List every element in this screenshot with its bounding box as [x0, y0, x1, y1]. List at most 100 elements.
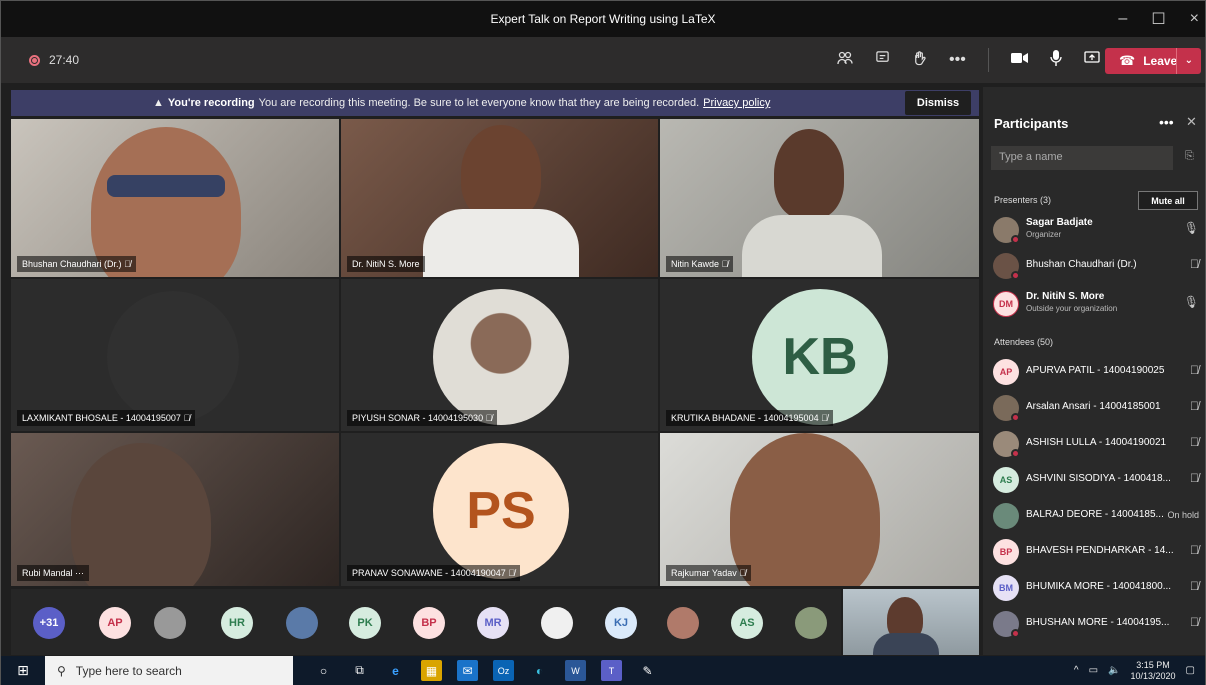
- raise-hand-icon[interactable]: [912, 50, 927, 71]
- avatar: [993, 253, 1020, 280]
- video-tile[interactable]: Rajkumar Yadav 🎙̸: [660, 433, 979, 586]
- participant-row[interactable]: Sagar Badjate Organizer 🎙: [993, 215, 1201, 245]
- participant-chip[interactable]: BP: [413, 607, 445, 639]
- edge-chromium-icon[interactable]: ◐: [529, 660, 550, 681]
- minimize-button[interactable]: –: [1118, 10, 1127, 28]
- participant-avatar: [107, 291, 239, 423]
- overflow-count[interactable]: +31: [33, 607, 65, 639]
- participant-name: APURVA PATIL - 14004190025: [1026, 365, 1165, 376]
- participant-row[interactable]: BM BHUMIKA MORE - 140041800... 🎙̸: [993, 573, 1201, 603]
- participant-row[interactable]: Arsalan Ansari - 14004185001 🎙̸: [993, 393, 1201, 423]
- participant-row[interactable]: AP APURVA PATIL - 14004190025 🎙̸: [993, 357, 1201, 387]
- participant-row[interactable]: AS ASHVINI SISODIYA - 1400418... 🎙̸: [993, 465, 1201, 495]
- task-view-icon[interactable]: ⧉: [349, 660, 370, 681]
- close-icon[interactable]: ✕: [1186, 114, 1197, 130]
- taskbar-search-input[interactable]: ⚲ Type here to search: [45, 656, 293, 685]
- tile-label: Bhushan Chaudhari (Dr.) 🎙̸: [17, 256, 136, 272]
- participant-row[interactable]: Bhushan Chaudhari (Dr.) 🎙̸: [993, 251, 1201, 281]
- microphone-icon[interactable]: [1050, 49, 1062, 71]
- close-window-button[interactable]: ×: [1190, 10, 1199, 28]
- avatar: [993, 395, 1020, 422]
- participant-chip[interactable]: PK: [349, 607, 381, 639]
- outlook-icon[interactable]: Oz: [493, 660, 514, 681]
- mic-off-icon: 🎙̸: [1190, 399, 1199, 413]
- participant-photo-chip[interactable]: [154, 607, 186, 639]
- paint-icon[interactable]: ✎: [637, 660, 658, 681]
- mic-off-icon: 🎙̸: [721, 259, 729, 269]
- participant-name: BHUMIKA MORE - 140041800...: [1026, 581, 1172, 592]
- participant-video: [774, 129, 844, 219]
- participant-row[interactable]: BP BHAVESH PENDHARKAR - 14... 🎙̸: [993, 537, 1201, 567]
- tile-label: KRUTIKA BHADANE - 14004195004 🎙̸: [666, 410, 833, 426]
- participant-chip[interactable]: AS: [731, 607, 763, 639]
- clock[interactable]: 3:15 PM 10/13/2020: [1131, 660, 1176, 682]
- participant-chip[interactable]: KJ: [605, 607, 637, 639]
- chat-icon[interactable]: [875, 50, 890, 70]
- participant-chip[interactable]: MR: [477, 607, 509, 639]
- privacy-policy-link[interactable]: Privacy policy: [703, 97, 770, 109]
- shirt-shape: [742, 215, 882, 277]
- video-tile[interactable]: Dr. NitiN S. More: [341, 119, 658, 277]
- participant-photo-chip[interactable]: [667, 607, 699, 639]
- participant-search-input[interactable]: Type a name: [991, 146, 1173, 170]
- share-screen-icon[interactable]: [1084, 50, 1100, 70]
- participant-video: [71, 443, 211, 586]
- video-tile[interactable]: PIYUSH SONAR - 14004195030 🎙̸: [341, 279, 658, 431]
- mail-icon[interactable]: ✉: [457, 660, 478, 681]
- share-invite-icon[interactable]: ⎘: [1185, 150, 1194, 163]
- chevron-down-icon[interactable]: ⌄: [1175, 48, 1193, 74]
- participant-photo-chip[interactable]: [541, 607, 573, 639]
- participant-row[interactable]: DM Dr. NitiN S. More Outside your organi…: [993, 289, 1201, 319]
- participant-row[interactable]: ASHISH LULLA - 14004190021 🎙̸: [993, 429, 1201, 459]
- more-options-icon[interactable]: •••: [1159, 114, 1174, 130]
- windows-start-icon[interactable]: ⊞: [1, 662, 45, 679]
- network-icon[interactable]: ▭: [1089, 665, 1098, 676]
- more-actions-icon[interactable]: •••: [949, 51, 966, 69]
- notifications-icon[interactable]: ▢: [1186, 665, 1195, 676]
- camera-icon[interactable]: [1010, 51, 1028, 69]
- taskbar-apps: ○ ⧉ e ▦ ✉ Oz ◐ W T ✎: [313, 656, 658, 685]
- maximize-button[interactable]: ☐: [1151, 9, 1165, 29]
- video-tile[interactable]: Nitin Kawde 🎙̸: [660, 119, 979, 277]
- participant-name: Sagar Badjate: [1026, 217, 1093, 228]
- avatar: AS: [993, 467, 1019, 493]
- participant-row[interactable]: BHUSHAN MORE - 14004195... 🎙̸: [993, 609, 1201, 639]
- edge-icon[interactable]: e: [385, 660, 406, 681]
- video-tile[interactable]: Rubi Mandal ···: [11, 433, 339, 586]
- presenters-heading: Presenters (3): [994, 195, 1052, 205]
- self-view-video[interactable]: [843, 589, 979, 655]
- volume-icon[interactable]: 🔈: [1108, 665, 1120, 676]
- participant-avatar: [433, 289, 569, 425]
- participant-photo-chip[interactable]: [795, 607, 827, 639]
- cortana-icon[interactable]: ○: [313, 660, 334, 681]
- panel-title: Participants: [994, 116, 1069, 131]
- mic-off-icon: 🎙̸: [1190, 543, 1199, 557]
- avatar: AP: [993, 359, 1019, 385]
- participants-panel: Participants ••• ✕ Type a name ⎘ Present…: [983, 87, 1205, 655]
- store-icon[interactable]: ▦: [421, 660, 442, 681]
- mute-all-button[interactable]: Mute all: [1138, 191, 1198, 210]
- clock-time: 3:15 PM: [1136, 659, 1170, 670]
- clock-date: 10/13/2020: [1130, 670, 1176, 681]
- avatar: BP: [993, 539, 1019, 565]
- dismiss-button[interactable]: Dismiss: [905, 91, 971, 115]
- video-tile[interactable]: PS PRANAV SONAWANE - 14004190047 🎙̸: [341, 433, 658, 586]
- microphone-icon: 🎙: [1183, 295, 1199, 309]
- warning-icon: ▲: [153, 97, 164, 109]
- participants-icon[interactable]: [837, 50, 853, 71]
- participant-chip[interactable]: AP: [99, 607, 131, 639]
- participant-chip[interactable]: HR: [221, 607, 253, 639]
- teams-icon[interactable]: T: [601, 660, 622, 681]
- participant-photo-chip[interactable]: [286, 607, 318, 639]
- video-tile[interactable]: Bhushan Chaudhari (Dr.) 🎙̸: [11, 119, 339, 277]
- leave-label: Leave: [1143, 54, 1178, 68]
- participant-name: Dr. NitiN S. More: [1026, 291, 1105, 302]
- participant-row[interactable]: BALRAJ DEORE - 14004185... On hold: [993, 501, 1201, 531]
- participant-video: [730, 433, 880, 586]
- video-tile[interactable]: KB KRUTIKA BHADANE - 14004195004 🎙̸: [660, 279, 979, 431]
- video-tile[interactable]: LAXMIKANT BHOSALE - 14004195007 🎙̸: [11, 279, 339, 431]
- leave-button[interactable]: ☎ Leave ⌄: [1105, 48, 1201, 74]
- attendees-heading: Attendees (50): [994, 337, 1054, 347]
- word-icon[interactable]: W: [565, 660, 586, 681]
- chevron-up-icon[interactable]: ^: [1074, 665, 1079, 676]
